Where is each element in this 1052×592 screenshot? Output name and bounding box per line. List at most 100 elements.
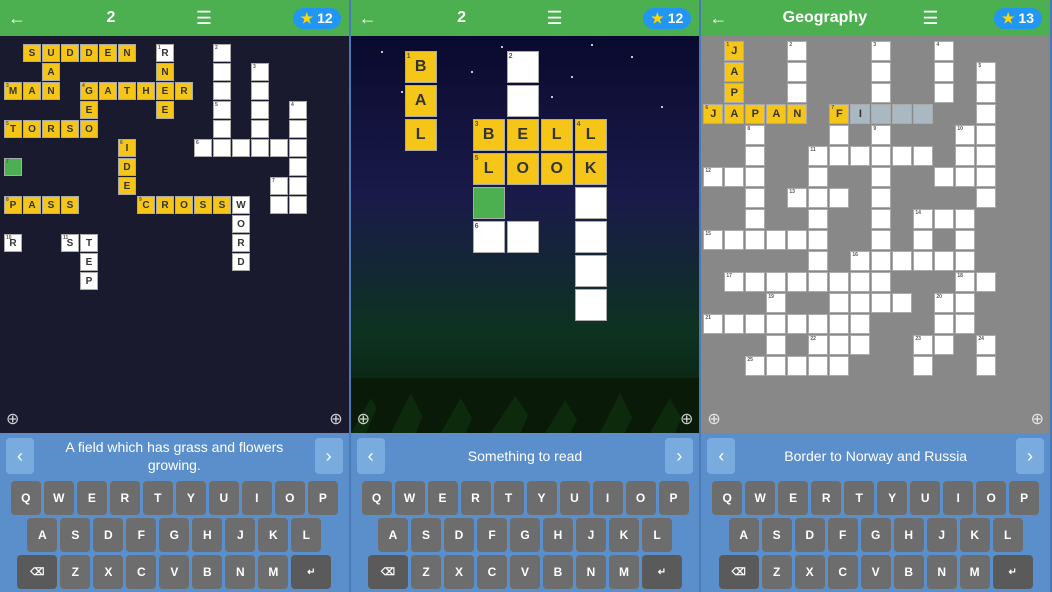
cell-r6c11[interactable]: 6 — [194, 139, 212, 157]
key-l-2[interactable]: L — [642, 518, 672, 552]
cell-r5c1[interactable]: T5 — [4, 120, 22, 138]
c2-r5c4[interactable] — [473, 187, 505, 219]
g-r13c10[interactable] — [892, 293, 912, 313]
g-r4c10[interactable] — [892, 104, 912, 124]
cell-r6c16[interactable] — [289, 139, 307, 157]
g-r1c2[interactable]: J1 — [724, 41, 744, 61]
cell-r11c5[interactable]: T — [80, 234, 98, 252]
cell-r3c2[interactable]: A — [23, 82, 41, 100]
key-a-2[interactable]: A — [378, 518, 408, 552]
crossword-grid-2[interactable]: B1 2 A L B3 E L — [371, 51, 607, 321]
cell-r8c16[interactable] — [289, 177, 307, 195]
key-i-3[interactable]: I — [943, 481, 973, 515]
c2-r6c7[interactable] — [575, 221, 607, 253]
key-j-3[interactable]: J — [927, 518, 957, 552]
key-o-3[interactable]: O — [976, 481, 1006, 515]
key-m-1[interactable]: M — [258, 555, 288, 589]
g-r16c7[interactable] — [829, 356, 849, 376]
cell-r9c3[interactable]: S — [42, 196, 60, 214]
g-r14c8[interactable] — [850, 314, 870, 334]
g-r13c4[interactable]: 19 — [766, 293, 786, 313]
key-g-1[interactable]: G — [159, 518, 189, 552]
cell-r5c14[interactable] — [251, 120, 269, 138]
g-r2c5[interactable] — [787, 62, 807, 82]
key-backspace-1[interactable]: ⌫ — [17, 555, 57, 589]
g-r7c1[interactable]: 12 — [703, 167, 723, 187]
g-r9c3[interactable] — [745, 209, 765, 229]
key-k-3[interactable]: K — [960, 518, 990, 552]
clue-next-btn-1[interactable]: › — [315, 438, 343, 474]
key-f-1[interactable]: F — [126, 518, 156, 552]
g-r2c12[interactable] — [934, 62, 954, 82]
g-r3c5[interactable] — [787, 83, 807, 103]
key-e-1[interactable]: E — [77, 481, 107, 515]
cell-r6c14[interactable] — [251, 139, 269, 157]
cell-r5c2[interactable]: O — [23, 120, 41, 138]
g-r4c4[interactable]: A — [766, 104, 786, 124]
cell-r7c16[interactable] — [289, 158, 307, 176]
g-r4c11[interactable] — [913, 104, 933, 124]
key-k-2[interactable]: K — [609, 518, 639, 552]
cell-r1c7[interactable]: N — [118, 44, 136, 62]
g-r12c3[interactable] — [745, 272, 765, 292]
key-b-2[interactable]: B — [543, 555, 573, 589]
clue-prev-btn-3[interactable]: ‹ — [707, 438, 735, 474]
g-r4c1[interactable]: J6 — [703, 104, 723, 124]
g-r14c7[interactable] — [829, 314, 849, 334]
key-u-2[interactable]: U — [560, 481, 590, 515]
key-backspace-3[interactable]: ⌫ — [719, 555, 759, 589]
cell-r5c16[interactable] — [289, 120, 307, 138]
g-r9c9[interactable] — [871, 209, 891, 229]
clue-next-btn-2[interactable]: › — [665, 438, 693, 474]
key-s-2[interactable]: S — [411, 518, 441, 552]
g-r16c6[interactable] — [808, 356, 828, 376]
list-icon-2[interactable]: ☰ — [547, 8, 563, 29]
zoom-right-icon-2[interactable]: ⊕ — [680, 409, 693, 429]
cell-r9c12[interactable]: S — [213, 196, 231, 214]
cell-r9c9[interactable]: R — [156, 196, 174, 214]
g-r3c2[interactable]: P — [724, 83, 744, 103]
g-r6c7[interactable] — [829, 146, 849, 166]
g-r13c8[interactable] — [850, 293, 870, 313]
key-d-2[interactable]: D — [444, 518, 474, 552]
g-r7c3[interactable] — [745, 167, 765, 187]
cell-r4c12[interactable]: 5 — [213, 101, 231, 119]
g-r5c9[interactable]: 9 — [871, 125, 891, 145]
key-w-1[interactable]: W — [44, 481, 74, 515]
g-r15c8[interactable] — [850, 335, 870, 355]
key-y-3[interactable]: Y — [877, 481, 907, 515]
g-r6c11[interactable] — [913, 146, 933, 166]
zoom-left-icon-1[interactable]: ⊕ — [6, 409, 19, 429]
c2-r3c7[interactable]: L4 — [575, 119, 607, 151]
key-g-3[interactable]: G — [861, 518, 891, 552]
c2-r4c6[interactable]: O — [541, 153, 573, 185]
key-n-2[interactable]: N — [576, 555, 606, 589]
g-r16c5[interactable] — [787, 356, 807, 376]
key-z-3[interactable]: Z — [762, 555, 792, 589]
g-r16c14[interactable] — [976, 356, 996, 376]
g-r10c3[interactable] — [745, 230, 765, 250]
key-r-3[interactable]: R — [811, 481, 841, 515]
g-r10c9[interactable] — [871, 230, 891, 250]
g-r8c9[interactable] — [871, 188, 891, 208]
key-x-1[interactable]: X — [93, 555, 123, 589]
key-t-3[interactable]: T — [844, 481, 874, 515]
g-r12c14[interactable] — [976, 272, 996, 292]
g-r4c7[interactable]: F7 — [829, 104, 849, 124]
cell-r4c5[interactable]: E — [80, 101, 98, 119]
key-p-1[interactable]: P — [308, 481, 338, 515]
g-r15c14[interactable]: 24 — [976, 335, 996, 355]
g-r7c12[interactable] — [934, 167, 954, 187]
key-a-1[interactable]: A — [27, 518, 57, 552]
zoom-left-icon-2[interactable]: ⊕ — [357, 409, 370, 429]
g-r12c7[interactable] — [829, 272, 849, 292]
key-v-1[interactable]: V — [159, 555, 189, 589]
g-r11c10[interactable] — [892, 251, 912, 271]
back-button-1[interactable]: ← — [8, 8, 26, 29]
g-r11c11[interactable] — [913, 251, 933, 271]
cell-r2c12[interactable] — [213, 63, 231, 81]
clue-prev-btn-2[interactable]: ‹ — [357, 438, 385, 474]
key-q-1[interactable]: Q — [11, 481, 41, 515]
g-r13c9[interactable] — [871, 293, 891, 313]
cell-r9c10[interactable]: O — [175, 196, 193, 214]
